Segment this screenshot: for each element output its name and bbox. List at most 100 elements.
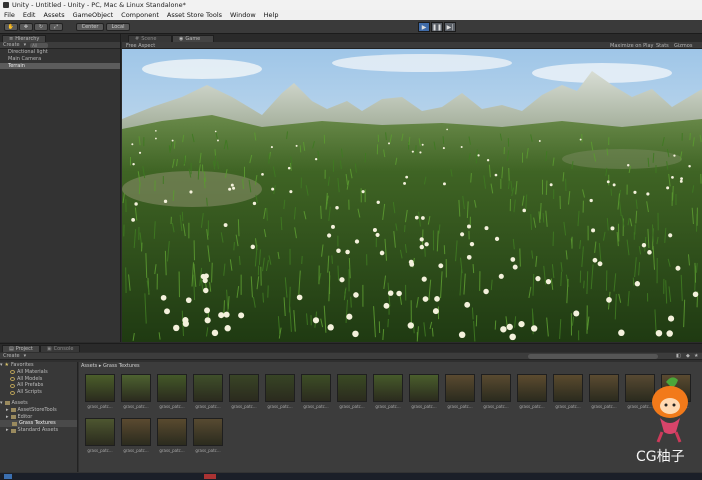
favorite-all-models[interactable]: All Models xyxy=(0,376,77,383)
hierarchy-item-directional-light[interactable]: Directional light xyxy=(0,49,120,56)
unity-logo-icon xyxy=(3,2,9,8)
rotate-tool-button[interactable]: ↻ xyxy=(34,23,48,31)
filter-label-icon[interactable]: ◆ xyxy=(686,353,690,359)
asset-thumbnail[interactable]: grass_patc... xyxy=(121,418,151,455)
favorite-all-scripts[interactable]: All Scripts xyxy=(0,389,77,396)
asset-thumbnail[interactable]: grass_patc... xyxy=(301,374,331,411)
menu-bar: File Edit Assets GameObject Component As… xyxy=(0,10,702,20)
folder-editor[interactable]: ▸ Editor xyxy=(0,414,77,421)
asset-thumbnail[interactable]: grass_patc... xyxy=(193,418,223,455)
asset-label: grass_patc... xyxy=(483,404,509,409)
asset-thumbnail[interactable]: grass_patc... xyxy=(517,374,547,411)
asset-thumbnail[interactable]: grass_patc... xyxy=(553,374,583,411)
step-button[interactable]: ▶| xyxy=(444,22,456,32)
start-icon[interactable] xyxy=(4,474,12,479)
asset-thumbnail[interactable]: grass_patc... xyxy=(445,374,475,411)
hierarchy-item-terrain[interactable]: Terrain xyxy=(0,62,120,70)
filter-type-icon[interactable]: ◧ xyxy=(676,353,681,359)
folder-assetstoretools[interactable]: ▸ AssetStoreTools xyxy=(0,407,77,414)
daisy-flower xyxy=(545,279,552,285)
favorite-all-prefabs[interactable]: All Prefabs xyxy=(0,382,77,389)
daisy-flower xyxy=(655,329,663,337)
asset-label: grass_patc... xyxy=(87,448,113,453)
daisy-flower xyxy=(361,190,365,194)
menu-assets[interactable]: Assets xyxy=(43,11,64,19)
play-icon: ▶ xyxy=(421,23,427,31)
tab-console[interactable]: ▣ Console xyxy=(39,345,81,352)
play-button[interactable]: ▶ xyxy=(418,22,430,32)
hierarchy-create-button[interactable]: Create xyxy=(3,42,20,48)
scale-tool-button[interactable]: ⤢ xyxy=(49,23,63,31)
daisy-flower xyxy=(289,190,293,194)
tab-project[interactable]: ▤ Project xyxy=(2,345,40,352)
window-title: Unity - Untitled - Unity - PC, Mac & Lin… xyxy=(12,1,186,9)
taskbar-app-icon[interactable] xyxy=(204,474,216,479)
favorite-all-materials[interactable]: All Materials xyxy=(0,369,77,376)
folder-grass-textures[interactable]: Grass Textures xyxy=(0,420,77,428)
collapse-arrow-icon: ▸ xyxy=(6,413,9,420)
asset-thumbnail[interactable]: grass_patc... xyxy=(373,374,403,411)
asset-thumbnail[interactable]: grass_patc... xyxy=(337,374,367,411)
asset-thumbnail[interactable]: grass_patc... xyxy=(193,374,223,411)
space-local-toggle[interactable]: Local xyxy=(106,23,130,31)
asset-label: grass_patc... xyxy=(231,404,257,409)
favorite-label: All Scripts xyxy=(17,389,42,396)
tab-game[interactable]: ◉ Game xyxy=(172,35,214,42)
menu-help[interactable]: Help xyxy=(264,11,279,19)
pause-button[interactable]: ❚❚ xyxy=(431,22,443,32)
daisy-flower xyxy=(549,183,553,187)
asset-thumbnail[interactable]: grass_patc... xyxy=(85,418,115,455)
texture-preview-icon xyxy=(85,374,115,402)
folder-standard-assets[interactable]: ▸ Standard Assets xyxy=(0,427,77,434)
asset-thumbnail[interactable]: grass_patc... xyxy=(157,418,187,455)
terrain-render-image xyxy=(122,49,702,342)
grass-blade xyxy=(301,255,303,264)
texture-preview-icon xyxy=(157,418,187,446)
asset-thumbnail[interactable]: grass_patc... xyxy=(229,374,259,411)
daisy-flower xyxy=(252,201,257,206)
daisy-flower xyxy=(612,183,616,187)
menu-file[interactable]: File xyxy=(4,11,15,19)
asset-thumbnail[interactable]: grass_patc... xyxy=(589,374,619,411)
menu-window[interactable]: Window xyxy=(230,11,256,19)
folder-icon xyxy=(4,401,10,406)
menu-asset-store-tools[interactable]: Asset Store Tools xyxy=(167,11,222,19)
daisy-flower xyxy=(419,151,422,154)
hierarchy-search-input[interactable]: All xyxy=(30,42,49,48)
tab-scene[interactable]: # Scene xyxy=(128,35,172,42)
menu-edit[interactable]: Edit xyxy=(23,11,36,19)
favorites-header[interactable]: ▾ ★ Favorites xyxy=(0,362,77,369)
pivot-center-toggle[interactable]: Center xyxy=(76,23,104,31)
daisy-flower xyxy=(314,158,318,161)
grass-blade xyxy=(320,205,322,219)
daisy-flower xyxy=(232,186,236,190)
tab-hierarchy[interactable]: ≡ Hierarchy xyxy=(2,35,47,42)
grass-blade xyxy=(494,320,497,330)
menu-component[interactable]: Component xyxy=(121,11,159,19)
project-search-input[interactable] xyxy=(528,354,658,359)
asset-thumbnail[interactable]: grass_patc... xyxy=(481,374,511,411)
menu-gameobject[interactable]: GameObject xyxy=(73,11,114,19)
asset-label: grass_patc... xyxy=(447,404,473,409)
breadcrumb[interactable]: Assets ▸ Grass Textures xyxy=(79,362,702,370)
grass-blade xyxy=(331,255,333,264)
game-render-view[interactable] xyxy=(122,49,702,342)
asset-thumbnail[interactable]: grass_patc... xyxy=(121,374,151,411)
asset-thumbnail[interactable]: grass_patc... xyxy=(409,374,439,411)
move-tool-button[interactable]: ✥ xyxy=(19,23,33,31)
assets-header[interactable]: ▾ Assets xyxy=(0,400,77,407)
project-create-button[interactable]: Create xyxy=(3,353,20,359)
hierarchy-item-main-camera[interactable]: Main Camera xyxy=(0,56,120,63)
daisy-flower xyxy=(434,296,440,302)
daisy-flower xyxy=(626,164,630,167)
favorite-star-icon[interactable]: ★ xyxy=(694,353,698,359)
asset-thumbnail[interactable]: grass_patc... xyxy=(85,374,115,411)
daisy-flower xyxy=(458,331,466,339)
hand-tool-button[interactable]: ✋ xyxy=(4,23,18,31)
daisy-flower xyxy=(230,183,234,187)
texture-preview-icon xyxy=(85,418,115,446)
favorite-label: All Prefabs xyxy=(17,382,44,389)
asset-thumbnail[interactable]: grass_patc... xyxy=(265,374,295,411)
watermark-text: CG柚子 xyxy=(636,449,685,465)
asset-thumbnail[interactable]: grass_patc... xyxy=(157,374,187,411)
